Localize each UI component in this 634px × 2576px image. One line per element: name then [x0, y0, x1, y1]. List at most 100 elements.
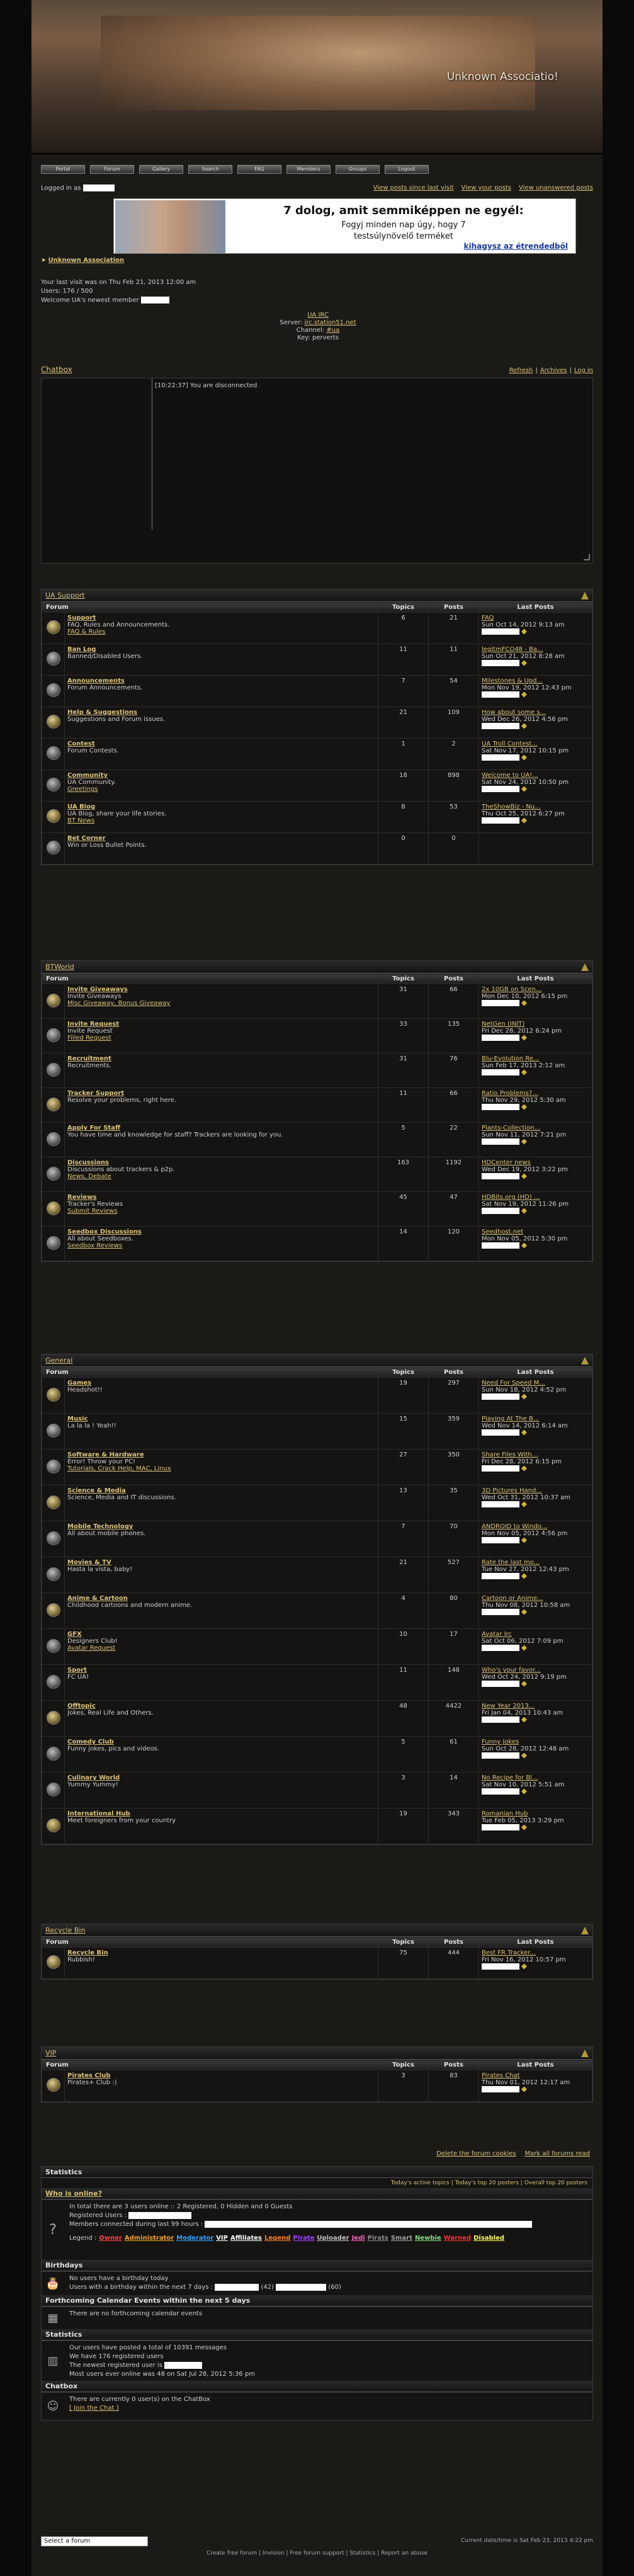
- go-to-post-icon[interactable]: [521, 1963, 527, 1970]
- link-posts-since-visit[interactable]: View posts since last visit: [373, 184, 454, 191]
- last-post-user[interactable]: [482, 1465, 519, 1472]
- last-post-title[interactable]: Blu-Evolution Re...: [482, 1055, 540, 1062]
- collapse-icon[interactable]: [581, 592, 589, 599]
- go-to-post-icon[interactable]: [521, 1465, 527, 1472]
- forum-name[interactable]: Tracker Support: [67, 1090, 124, 1097]
- forum-name[interactable]: Games: [67, 1380, 91, 1387]
- last-post-title[interactable]: legitmFCO48 - Ba...: [482, 646, 543, 653]
- forum-subforums[interactable]: BT News: [67, 817, 94, 824]
- forum-name[interactable]: Ban Log: [67, 646, 96, 653]
- go-to-post-icon[interactable]: [521, 1824, 527, 1830]
- forum-name[interactable]: Announcements: [67, 678, 125, 684]
- forum-subforums[interactable]: Tutorials, Crack Help, MAC, Linux: [67, 1465, 171, 1472]
- legend-item[interactable]: Moderator: [176, 2235, 213, 2242]
- top-posters-links[interactable]: Today's active topics | Today's top 20 p…: [42, 2178, 592, 2188]
- legend-item[interactable]: Administrator: [125, 2235, 174, 2242]
- nav-item-6[interactable]: Groups: [336, 165, 380, 174]
- go-to-post-icon[interactable]: [521, 1138, 527, 1145]
- go-to-post-icon[interactable]: [521, 1173, 527, 1179]
- category-name[interactable]: Recycle Bin: [45, 1926, 85, 1934]
- last-post-user[interactable]: [482, 1609, 519, 1615]
- legend-item[interactable]: Uploader: [317, 2235, 349, 2242]
- forum-name[interactable]: Help & Suggestions: [67, 709, 137, 716]
- irc-channel[interactable]: #ua: [326, 327, 339, 334]
- collapse-icon[interactable]: [581, 1357, 589, 1365]
- go-to-post-icon[interactable]: [521, 1069, 527, 1075]
- forum-name[interactable]: Invite Request: [67, 1021, 119, 1028]
- legend-item[interactable]: Newbie: [415, 2235, 441, 2242]
- last-post-title[interactable]: Rate the last mo...: [482, 1559, 540, 1566]
- category-header[interactable]: UA Support: [42, 589, 592, 602]
- forum-subforums[interactable]: Greetings: [67, 786, 98, 793]
- last-post-title[interactable]: Ratio Problems?...: [482, 1090, 538, 1097]
- jump-to-forum-select[interactable]: Select a forum: [41, 2536, 148, 2546]
- go-to-post-icon[interactable]: [521, 1429, 527, 1436]
- last-post-user[interactable]: [482, 1138, 519, 1145]
- last-post-title[interactable]: FAQ: [482, 615, 494, 621]
- forum-subforums[interactable]: Submit Reviews: [67, 1208, 118, 1215]
- legend-item[interactable]: Legend: [264, 2235, 290, 2242]
- last-post-user[interactable]: [482, 1104, 519, 1110]
- forum-name[interactable]: Recycle Bin: [67, 1949, 108, 1956]
- join-chat-link[interactable]: [ Join the Chat ]: [69, 2404, 587, 2413]
- last-post-user[interactable]: [482, 1242, 519, 1249]
- last-post-user[interactable]: [482, 1035, 519, 1041]
- footer-links[interactable]: Create free forum | Invision | Free foru…: [31, 2550, 603, 2556]
- last-post-title[interactable]: Cartoon or Anime...: [482, 1595, 543, 1602]
- advert-cta[interactable]: kihagysz az étrendedből: [464, 242, 568, 251]
- who-online-header[interactable]: Who is online?: [42, 2188, 592, 2199]
- last-post-title[interactable]: Who's your favor...: [482, 1667, 541, 1674]
- legend-item[interactable]: Affiliates: [230, 2235, 262, 2242]
- last-post-title[interactable]: HDCenter news: [482, 1159, 531, 1166]
- forum-name[interactable]: Invite Giveaways: [67, 986, 128, 993]
- chatbox-refresh[interactable]: Refresh: [509, 367, 533, 374]
- last-post-title[interactable]: NetGen (INIT): [482, 1021, 524, 1028]
- last-post-user[interactable]: [482, 723, 519, 729]
- last-post-user[interactable]: [482, 817, 519, 824]
- go-to-post-icon[interactable]: [521, 1104, 527, 1110]
- forum-subforums[interactable]: News, Debate: [67, 1173, 111, 1180]
- forum-subforums[interactable]: Seedbox Reviews: [67, 1242, 122, 1249]
- forum-name[interactable]: Support: [67, 615, 96, 621]
- forum-subforums[interactable]: Avatar Request: [67, 1645, 115, 1652]
- last-post-user[interactable]: [482, 660, 519, 666]
- legend-item[interactable]: VIP: [216, 2235, 228, 2242]
- last-post-title[interactable]: HDBits.org (HD) ...: [482, 1194, 540, 1201]
- link-your-posts[interactable]: View your posts: [461, 184, 511, 191]
- go-to-post-icon[interactable]: [521, 1537, 527, 1543]
- forum-subforums[interactable]: FAQ & Rules: [67, 628, 106, 635]
- last-post-user[interactable]: [482, 1173, 519, 1179]
- go-to-post-icon[interactable]: [521, 754, 527, 761]
- go-to-post-icon[interactable]: [521, 786, 527, 792]
- irc-title[interactable]: UA IRC: [271, 312, 365, 319]
- collapse-icon[interactable]: [581, 2050, 589, 2057]
- go-to-post-icon[interactable]: [521, 1501, 527, 1507]
- last-post-title[interactable]: UA Troll Contest...: [482, 740, 538, 747]
- category-name[interactable]: BTWorld: [45, 963, 74, 971]
- legend-item[interactable]: Smart: [391, 2235, 412, 2242]
- last-post-title[interactable]: New Year 2013...: [482, 1703, 535, 1710]
- last-post-user[interactable]: [482, 1645, 519, 1651]
- forum-name[interactable]: Movies & TV: [67, 1559, 111, 1566]
- last-post-user[interactable]: [482, 1000, 519, 1006]
- forum-name[interactable]: Community: [67, 772, 108, 779]
- last-post-title[interactable]: ANDROID to Windo...: [482, 1523, 548, 1530]
- resize-handle-icon[interactable]: [584, 554, 590, 560]
- go-to-post-icon[interactable]: [521, 691, 527, 698]
- go-to-post-icon[interactable]: [521, 1788, 527, 1795]
- collapse-icon[interactable]: [581, 963, 589, 971]
- last-post-title[interactable]: How about some s...: [482, 709, 546, 716]
- last-post-title[interactable]: Funny Jokes: [482, 1739, 519, 1745]
- go-to-post-icon[interactable]: [521, 1393, 527, 1400]
- forum-name[interactable]: Software & Hardware: [67, 1451, 144, 1458]
- last-post-title[interactable]: TheShowBiz - Nu...: [482, 803, 541, 810]
- nav-item-7[interactable]: Logout: [385, 165, 429, 174]
- nav-item-1[interactable]: Forum: [90, 165, 134, 174]
- forum-name[interactable]: UA Blog: [67, 803, 95, 810]
- forum-name[interactable]: International Hub: [67, 1810, 130, 1817]
- last-post-user[interactable]: [482, 1069, 519, 1075]
- last-post-user[interactable]: [482, 1963, 519, 1970]
- category-header[interactable]: Recycle Bin: [42, 1924, 592, 1937]
- forum-name[interactable]: Recruitment: [67, 1055, 111, 1062]
- advert-banner[interactable]: 7 dolog, amit semmiképpen ne egyél: Fogy…: [113, 198, 576, 254]
